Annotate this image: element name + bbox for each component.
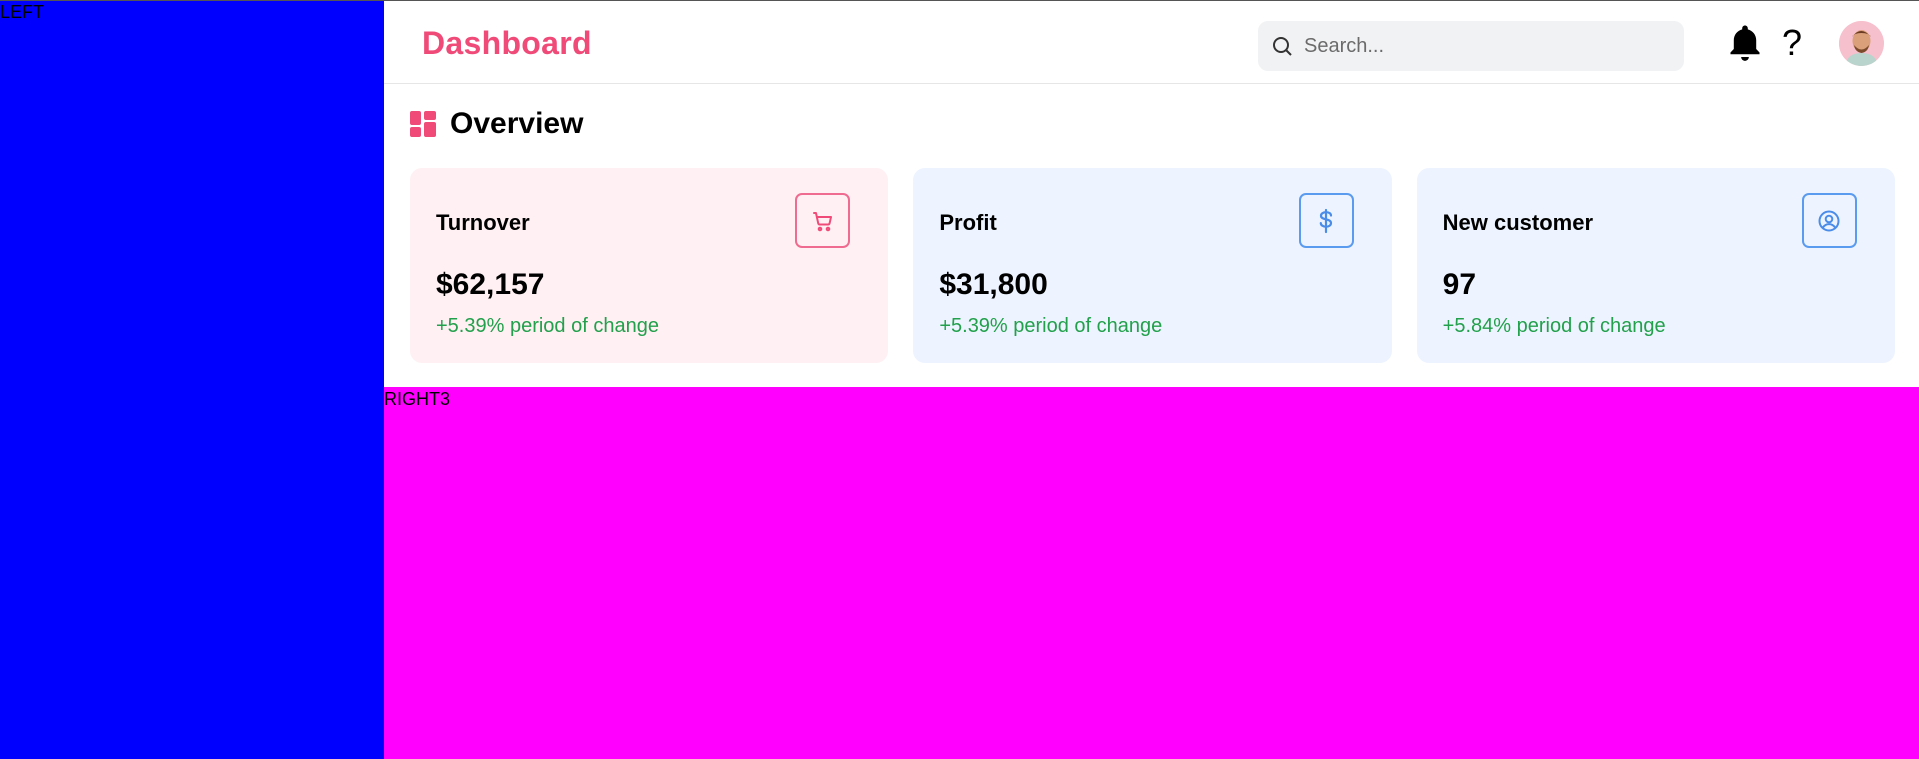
- page: LEFT Dashboard ?: [0, 0, 1919, 759]
- avatar[interactable]: [1839, 21, 1884, 66]
- right-bottom-panel-label: RIGHT3: [384, 389, 451, 409]
- stat-card-label: Turnover: [436, 210, 530, 235]
- brand-title[interactable]: Dashboard: [422, 25, 592, 62]
- stat-card-value: 97: [1442, 268, 1477, 301]
- stat-cards: Turnover $62,157 +5.39% period of change…: [410, 168, 1895, 363]
- top-header: Dashboard ?: [384, 1, 1919, 84]
- search-icon: [1273, 37, 1292, 56]
- stat-card-change: +5.39% period of change: [436, 315, 659, 337]
- main-content: Dashboard ?: [384, 1, 1919, 387]
- left-panel: LEFT: [0, 1, 384, 759]
- stat-card-change: +5.84% period of change: [1442, 315, 1666, 337]
- stat-card-value: $62,157: [436, 268, 545, 301]
- stat-card-label: New customer: [1442, 210, 1594, 235]
- right-bottom-panel: RIGHT3: [384, 387, 1919, 759]
- stat-card-new-customer[interactable]: New customer 97 +5.84% period of change: [1416, 168, 1895, 363]
- stat-card-label: Profit: [939, 210, 997, 235]
- cart-icon[interactable]: [795, 193, 851, 248]
- bell-icon[interactable]: [1724, 21, 1766, 65]
- dashboard-grid-icon: [410, 111, 436, 137]
- search-input[interactable]: [1304, 34, 1664, 58]
- user-circle-icon[interactable]: [1801, 193, 1857, 248]
- overview-title: Overview: [450, 107, 584, 140]
- stat-card-value: $31,800: [939, 268, 1048, 301]
- stat-card-turnover[interactable]: Turnover $62,157 +5.39% period of change: [410, 168, 889, 363]
- overview-heading: Overview: [410, 107, 583, 141]
- stat-card-change: +5.39% period of change: [939, 315, 1163, 337]
- help-icon[interactable]: ?: [1782, 21, 1802, 65]
- dollar-icon[interactable]: [1298, 193, 1354, 248]
- search-bar[interactable]: [1258, 21, 1684, 71]
- left-panel-label: LEFT: [0, 2, 45, 22]
- stat-card-profit[interactable]: Profit $31,800 +5.39% period of change: [913, 168, 1392, 363]
